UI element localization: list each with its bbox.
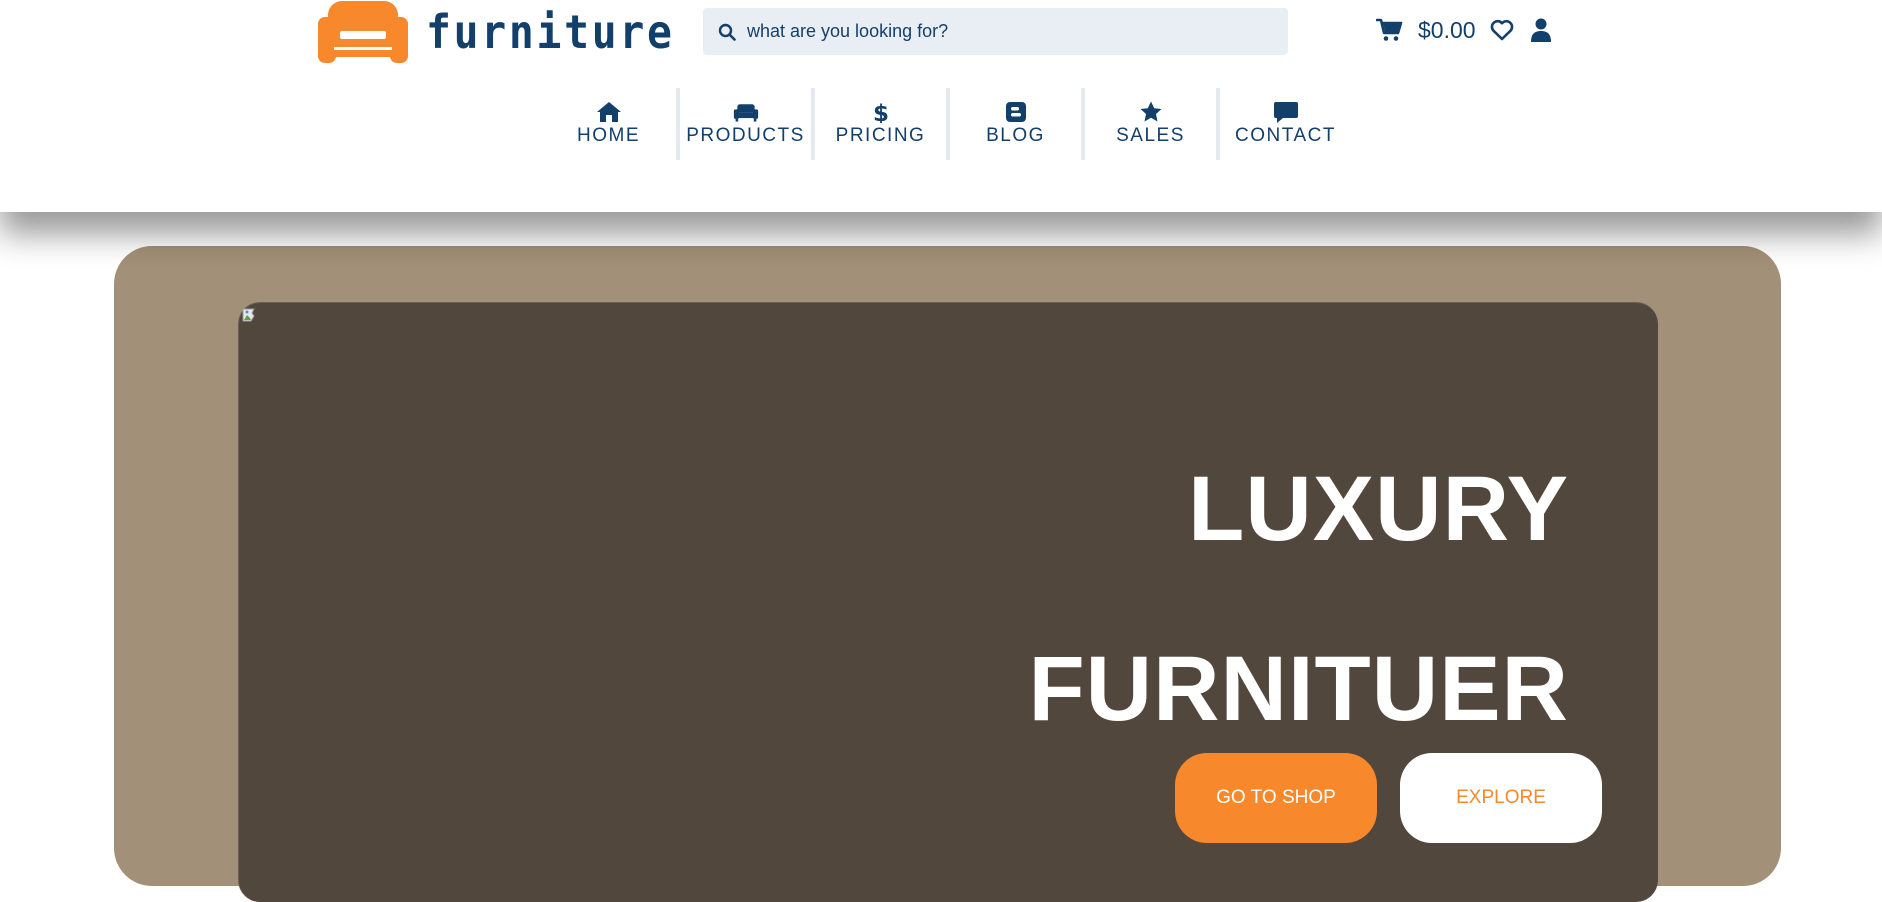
home-icon <box>596 102 621 122</box>
search-bar[interactable] <box>703 8 1288 55</box>
go-to-shop-button[interactable]: GO TO SHOP <box>1175 753 1377 843</box>
main-navigation: HOME PRODUCTS $ PRICING BLOG SALES CONTA… <box>0 88 1882 160</box>
nav-item-sales[interactable]: SALES <box>1081 88 1216 160</box>
hero-title-line-2: FURNITUER <box>1028 638 1569 740</box>
sofa-icon <box>733 104 758 122</box>
explore-button[interactable]: EXPLORE <box>1400 753 1602 843</box>
blogger-icon <box>1005 102 1026 122</box>
broken-image-icon <box>242 308 255 322</box>
nav-label: SALES <box>1116 125 1185 146</box>
nav-item-home[interactable]: HOME <box>541 88 676 160</box>
hero-title-line-1: LUXURY <box>1188 458 1569 560</box>
nav-label: PRODUCTS <box>686 125 805 146</box>
search-input[interactable] <box>745 20 1265 43</box>
armchair-logo-icon <box>318 1 408 63</box>
svg-text:$: $ <box>872 101 888 123</box>
user-icon[interactable] <box>1530 18 1552 42</box>
nav-label: PRICING <box>835 125 926 146</box>
brand-logo[interactable]: furniture <box>318 0 702 64</box>
brand-name: furniture <box>426 5 675 59</box>
search-icon <box>718 23 736 41</box>
nav-label: CONTACT <box>1235 125 1336 146</box>
nav-item-products[interactable]: PRODUCTS <box>676 88 811 160</box>
hero-banner: LUXURY FURNITUER GO TO SHOP EXPLORE <box>238 302 1658 902</box>
heart-icon[interactable] <box>1490 19 1514 41</box>
cart-icon[interactable] <box>1376 18 1404 42</box>
nav-item-contact[interactable]: CONTACT <box>1216 88 1351 160</box>
nav-label: BLOG <box>986 125 1045 146</box>
comment-icon <box>1273 102 1298 123</box>
dollar-icon: $ <box>872 101 888 123</box>
site-header: furniture $0.00 HO <box>0 0 1882 212</box>
nav-label: HOME <box>577 125 640 146</box>
cart-total[interactable]: $0.00 <box>1418 17 1476 44</box>
nav-item-blog[interactable]: BLOG <box>946 88 1081 160</box>
header-utilities: $0.00 <box>1376 10 1552 50</box>
star-icon <box>1140 101 1161 122</box>
nav-item-pricing[interactable]: $ PRICING <box>811 88 946 160</box>
